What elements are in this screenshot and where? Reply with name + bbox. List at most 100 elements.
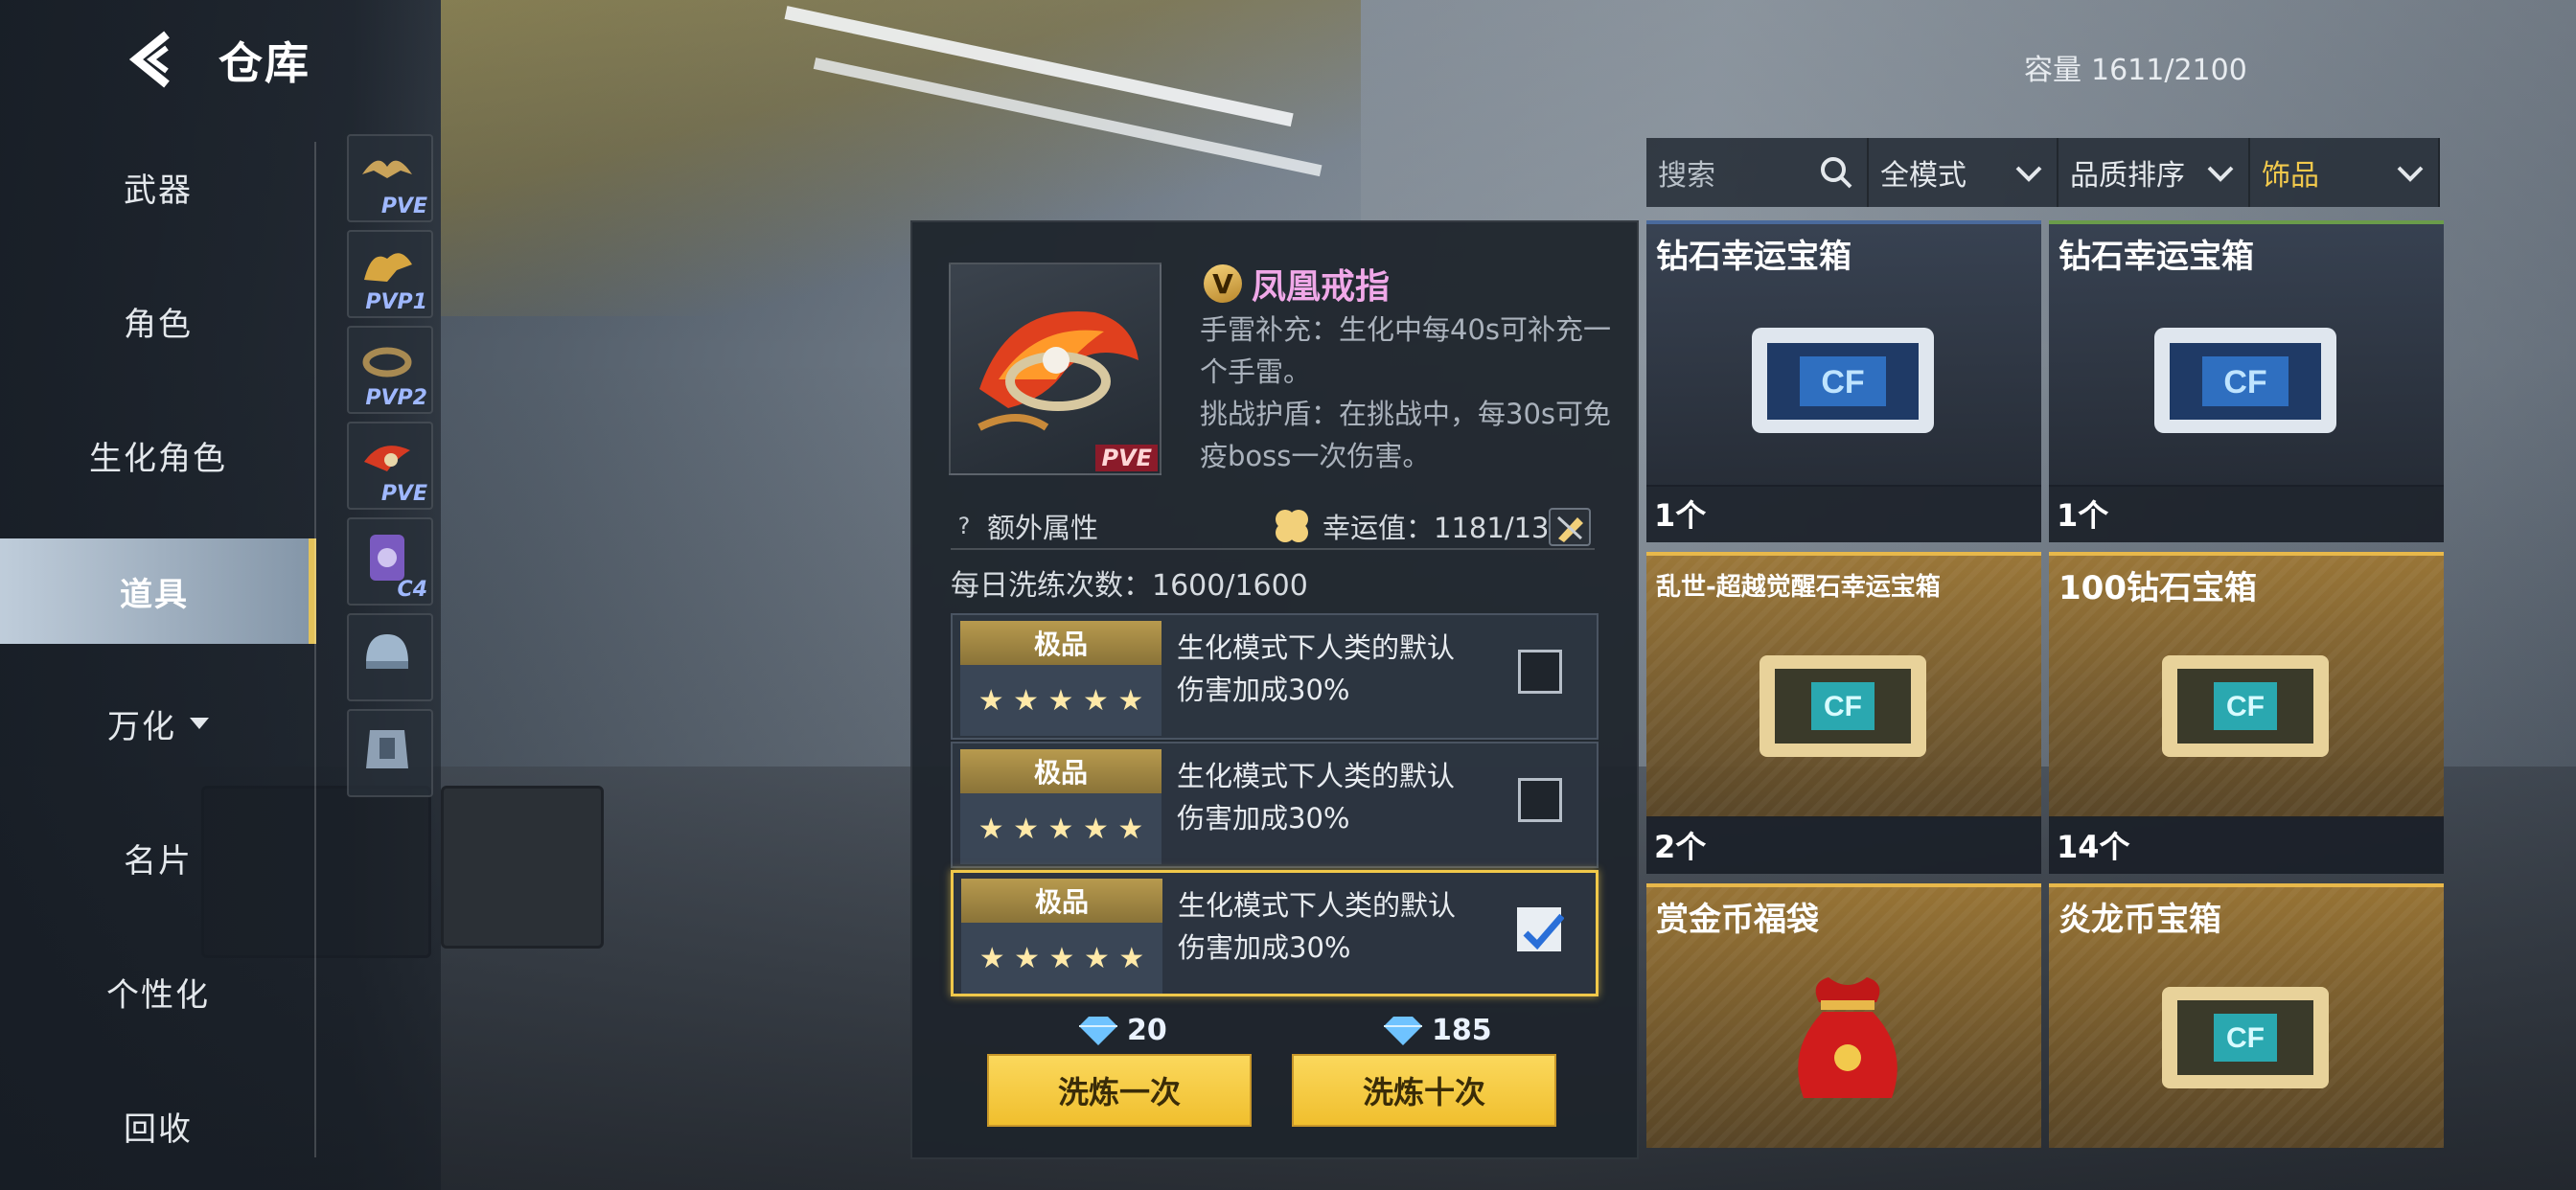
nav-item-wanhua[interactable]: 万化	[0, 671, 316, 776]
nav-divider	[314, 142, 316, 1157]
wings-icon	[362, 160, 412, 178]
option-grade: 极品 ★ ★ ★ ★ ★	[960, 621, 1162, 736]
chevron-down-icon	[2015, 166, 2042, 182]
nav-item-personalize[interactable]: 个性化	[0, 939, 316, 1044]
item-card[interactable]: 炎龙币宝箱 CF	[2049, 883, 2444, 1148]
item-card-title: 钻石幸运宝箱	[1656, 238, 1852, 276]
dropdown-value: 全模式	[1880, 159, 1966, 193]
subcategory-tag: PVE	[380, 195, 427, 218]
bracelet-icon	[362, 347, 412, 378]
luck-value: 幸运值：1181/1300	[1322, 512, 1585, 544]
svg-text:CF: CF	[1821, 364, 1864, 400]
item-thumbnail: PVE	[949, 263, 1162, 475]
subcategory-item[interactable]	[347, 613, 433, 701]
subcategory-item[interactable]: PVP2	[347, 326, 433, 414]
chevron-down-icon	[2397, 166, 2424, 182]
svg-text:CF: CF	[2226, 691, 2265, 722]
item-desc-line: 手雷补充：生化中每40s可补充一个手雷。	[1200, 313, 1612, 388]
search-placeholder: 搜索	[1658, 159, 1715, 193]
subcategory-tag: PVP1	[365, 290, 427, 314]
item-card[interactable]: 赏金币福袋	[1646, 883, 2041, 1148]
cost-ten: 185	[1382, 1014, 1492, 1047]
extra-attr-label: 额外属性	[987, 512, 1099, 544]
option-text: 生化模式下人类的默认伤害加成30%	[1177, 760, 1456, 835]
cost-once-value: 20	[1127, 1014, 1167, 1047]
category-dropdown[interactable]: 饰品	[2250, 138, 2440, 207]
search-icon[interactable]	[1819, 155, 1853, 190]
sort-dropdown[interactable]: 品质排序	[2058, 138, 2250, 207]
subcategory-tag: C4	[397, 578, 427, 602]
grade-label: 极品	[960, 749, 1162, 793]
nav-item-label: 生化角色	[89, 439, 227, 478]
nav-item-recycle[interactable]: 回收	[0, 1073, 316, 1179]
diamond-icon	[1384, 1016, 1422, 1045]
svg-text:CF: CF	[2223, 364, 2266, 400]
gold-chest-icon: CF	[2162, 987, 2329, 1088]
item-card-title: 100钻石宝箱	[2058, 569, 2257, 607]
cost-once: 20	[1077, 1014, 1167, 1047]
item-count: 14个	[2049, 816, 2444, 874]
svg-text:CF: CF	[1824, 691, 1862, 722]
option-checkbox[interactable]	[1518, 650, 1562, 694]
item-desc-line: 挑战护盾：在挑战中，每30s可免疫boss一次伤害。	[1200, 398, 1612, 472]
star-rating: ★ ★ ★ ★ ★	[961, 923, 1162, 994]
dropdown-value: 品质排序	[2070, 159, 2185, 193]
question-icon[interactable]: ?	[951, 513, 978, 539]
nav-item-label: 个性化	[106, 975, 210, 1015]
option-checkbox[interactable]	[1518, 778, 1562, 822]
clover-icon	[1276, 510, 1309, 542]
cost-ten-value: 185	[1432, 1014, 1492, 1047]
item-count: 2个	[1646, 816, 2041, 874]
silver-chest-icon: CF	[1752, 328, 1934, 433]
star-rating: ★ ★ ★ ★ ★	[960, 665, 1162, 736]
refine-option[interactable]: 极品 ★ ★ ★ ★ ★ 生化模式下人类的默认伤害加成30%	[951, 613, 1598, 740]
nav-item-zombie-characters[interactable]: 生化角色	[0, 402, 316, 508]
subcategory-item[interactable]	[347, 709, 433, 797]
refine-option[interactable]: 极品 ★ ★ ★ ★ ★ 生化模式下人类的默认伤害加成30%	[951, 742, 1598, 868]
subcategory-item[interactable]: PVP1	[347, 230, 433, 318]
wings-icon	[364, 253, 412, 282]
subcategory-tag: PVP2	[365, 386, 427, 410]
option-checkbox-checked[interactable]	[1517, 907, 1565, 951]
item-card[interactable]: 钻石幸运宝箱 CF	[1646, 220, 2041, 487]
subcategory-item[interactable]: PVE	[347, 134, 433, 222]
item-card[interactable]: 钻石幸运宝箱 CF	[2049, 220, 2444, 487]
option-grade: 极品 ★ ★ ★ ★ ★	[960, 749, 1162, 864]
option-text: 生化模式下人类的默认伤害加成30%	[1177, 631, 1456, 706]
item-card[interactable]: 100钻石宝箱 CF	[2049, 552, 2444, 818]
item-count: 1个	[1646, 485, 2041, 542]
star-rating: ★ ★ ★ ★ ★	[960, 793, 1162, 864]
refine-option-selected[interactable]: 极品 ★ ★ ★ ★ ★ 生化模式下人类的默认伤害加成30%	[951, 870, 1598, 996]
nav-item-characters[interactable]: 角色	[0, 268, 316, 374]
nav-item-props[interactable]: 道具	[0, 538, 316, 644]
checkmark-icon	[1523, 913, 1565, 950]
mode-dropdown[interactable]: 全模式	[1869, 138, 2058, 207]
refine-tool-icon[interactable]	[1549, 508, 1591, 546]
search-input[interactable]: 搜索	[1646, 138, 1869, 207]
capacity-label: 容量	[2024, 54, 2082, 87]
nav-item-weapons[interactable]: 武器	[0, 134, 316, 240]
chevron-down-icon	[190, 718, 209, 729]
nav-item-label: 万化	[107, 707, 176, 746]
nav-item-cards[interactable]: 名片	[0, 805, 316, 910]
item-name: 凤凰戒指	[1252, 267, 1391, 307]
nav-item-label: 回收	[124, 1110, 193, 1149]
back-arrow-icon[interactable]	[125, 29, 182, 90]
subcategory-item[interactable]: PVE	[347, 422, 433, 510]
item-card[interactable]: 乱世-超越觉醒石幸运宝箱 CF	[1646, 552, 2041, 818]
refine-once-button[interactable]: 洗炼一次	[987, 1054, 1252, 1127]
phoenix-ring-icon	[364, 446, 410, 471]
vip-badge-icon: V	[1204, 264, 1242, 303]
gold-chest-icon: CF	[2162, 655, 2329, 757]
item-count: 1个	[2049, 485, 2444, 542]
mode-tag: PVE	[1095, 445, 1158, 471]
chevron-down-icon	[2207, 166, 2234, 182]
helmet-icon	[366, 634, 408, 669]
background-crate	[441, 786, 604, 949]
phoenix-ring-icon	[978, 311, 1138, 431]
option-grade: 极品 ★ ★ ★ ★ ★	[961, 879, 1162, 994]
armor-icon	[366, 730, 408, 768]
subcategory-tag: PVE	[380, 482, 427, 506]
refine-ten-button[interactable]: 洗炼十次	[1292, 1054, 1556, 1127]
subcategory-item[interactable]: C4	[347, 517, 433, 606]
